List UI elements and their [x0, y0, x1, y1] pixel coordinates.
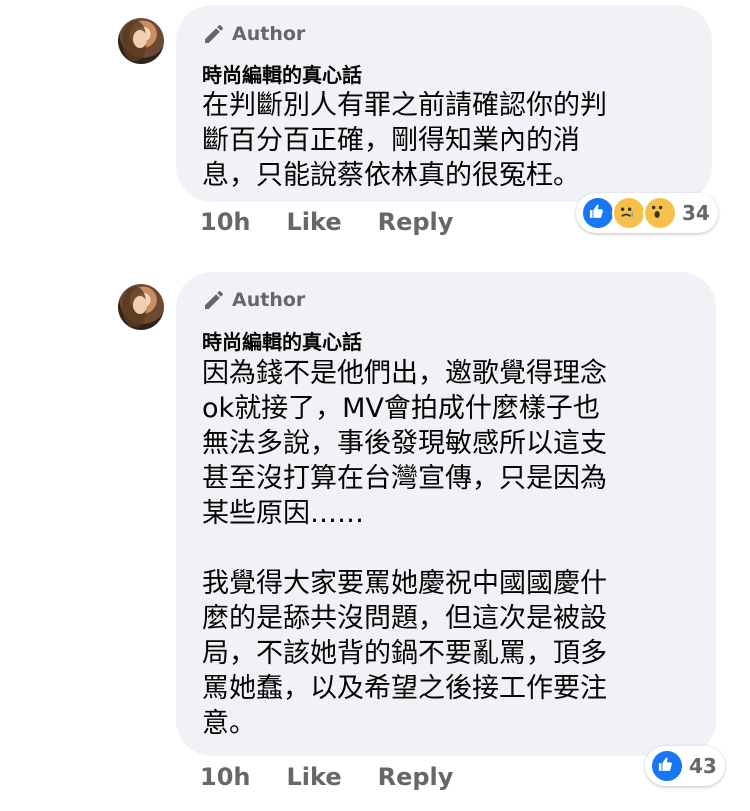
- sad-reaction-icon: [612, 196, 646, 230]
- avatar[interactable]: [118, 284, 164, 330]
- author-badge-label: Author: [232, 289, 306, 311]
- wow-reaction-icon: [643, 196, 677, 230]
- reaction-summary[interactable]: 34: [576, 193, 718, 233]
- reaction-count: 34: [682, 201, 710, 225]
- author-badge-label: Author: [232, 23, 306, 45]
- pencil-icon: [205, 291, 223, 309]
- author-badge: Author: [202, 22, 305, 46]
- avatar[interactable]: [118, 18, 164, 64]
- reaction-count: 43: [689, 754, 717, 778]
- commenter-name[interactable]: 時尚編輯的真心話: [202, 59, 362, 88]
- pencil-icon: [205, 25, 223, 43]
- reaction-summary[interactable]: 43: [645, 746, 725, 786]
- like-reaction-icon: [650, 749, 684, 783]
- comment-text: 在判斷別人有罪之前請確認你的判 斷百分百正確，剛得知業內的消 息，只能說蔡依林真…: [202, 90, 607, 191]
- reply-button[interactable]: Reply: [378, 208, 454, 236]
- reply-button[interactable]: Reply: [378, 763, 454, 791]
- timestamp[interactable]: 10h: [200, 208, 250, 236]
- comment-actions: 10h Like Reply: [200, 763, 453, 791]
- like-button[interactable]: Like: [286, 763, 341, 791]
- comment-text: 因為錢不是他們出，邀歌覺得理念 ok就接了，MV會拍成什麼樣子也 無法多說，事後…: [202, 358, 607, 739]
- commenter-name[interactable]: 時尚編輯的真心話: [202, 326, 362, 355]
- timestamp[interactable]: 10h: [200, 763, 250, 791]
- like-reaction-icon: [581, 196, 615, 230]
- like-button[interactable]: Like: [286, 208, 341, 236]
- author-badge: Author: [202, 288, 305, 312]
- comment-actions: 10h Like Reply: [200, 208, 453, 236]
